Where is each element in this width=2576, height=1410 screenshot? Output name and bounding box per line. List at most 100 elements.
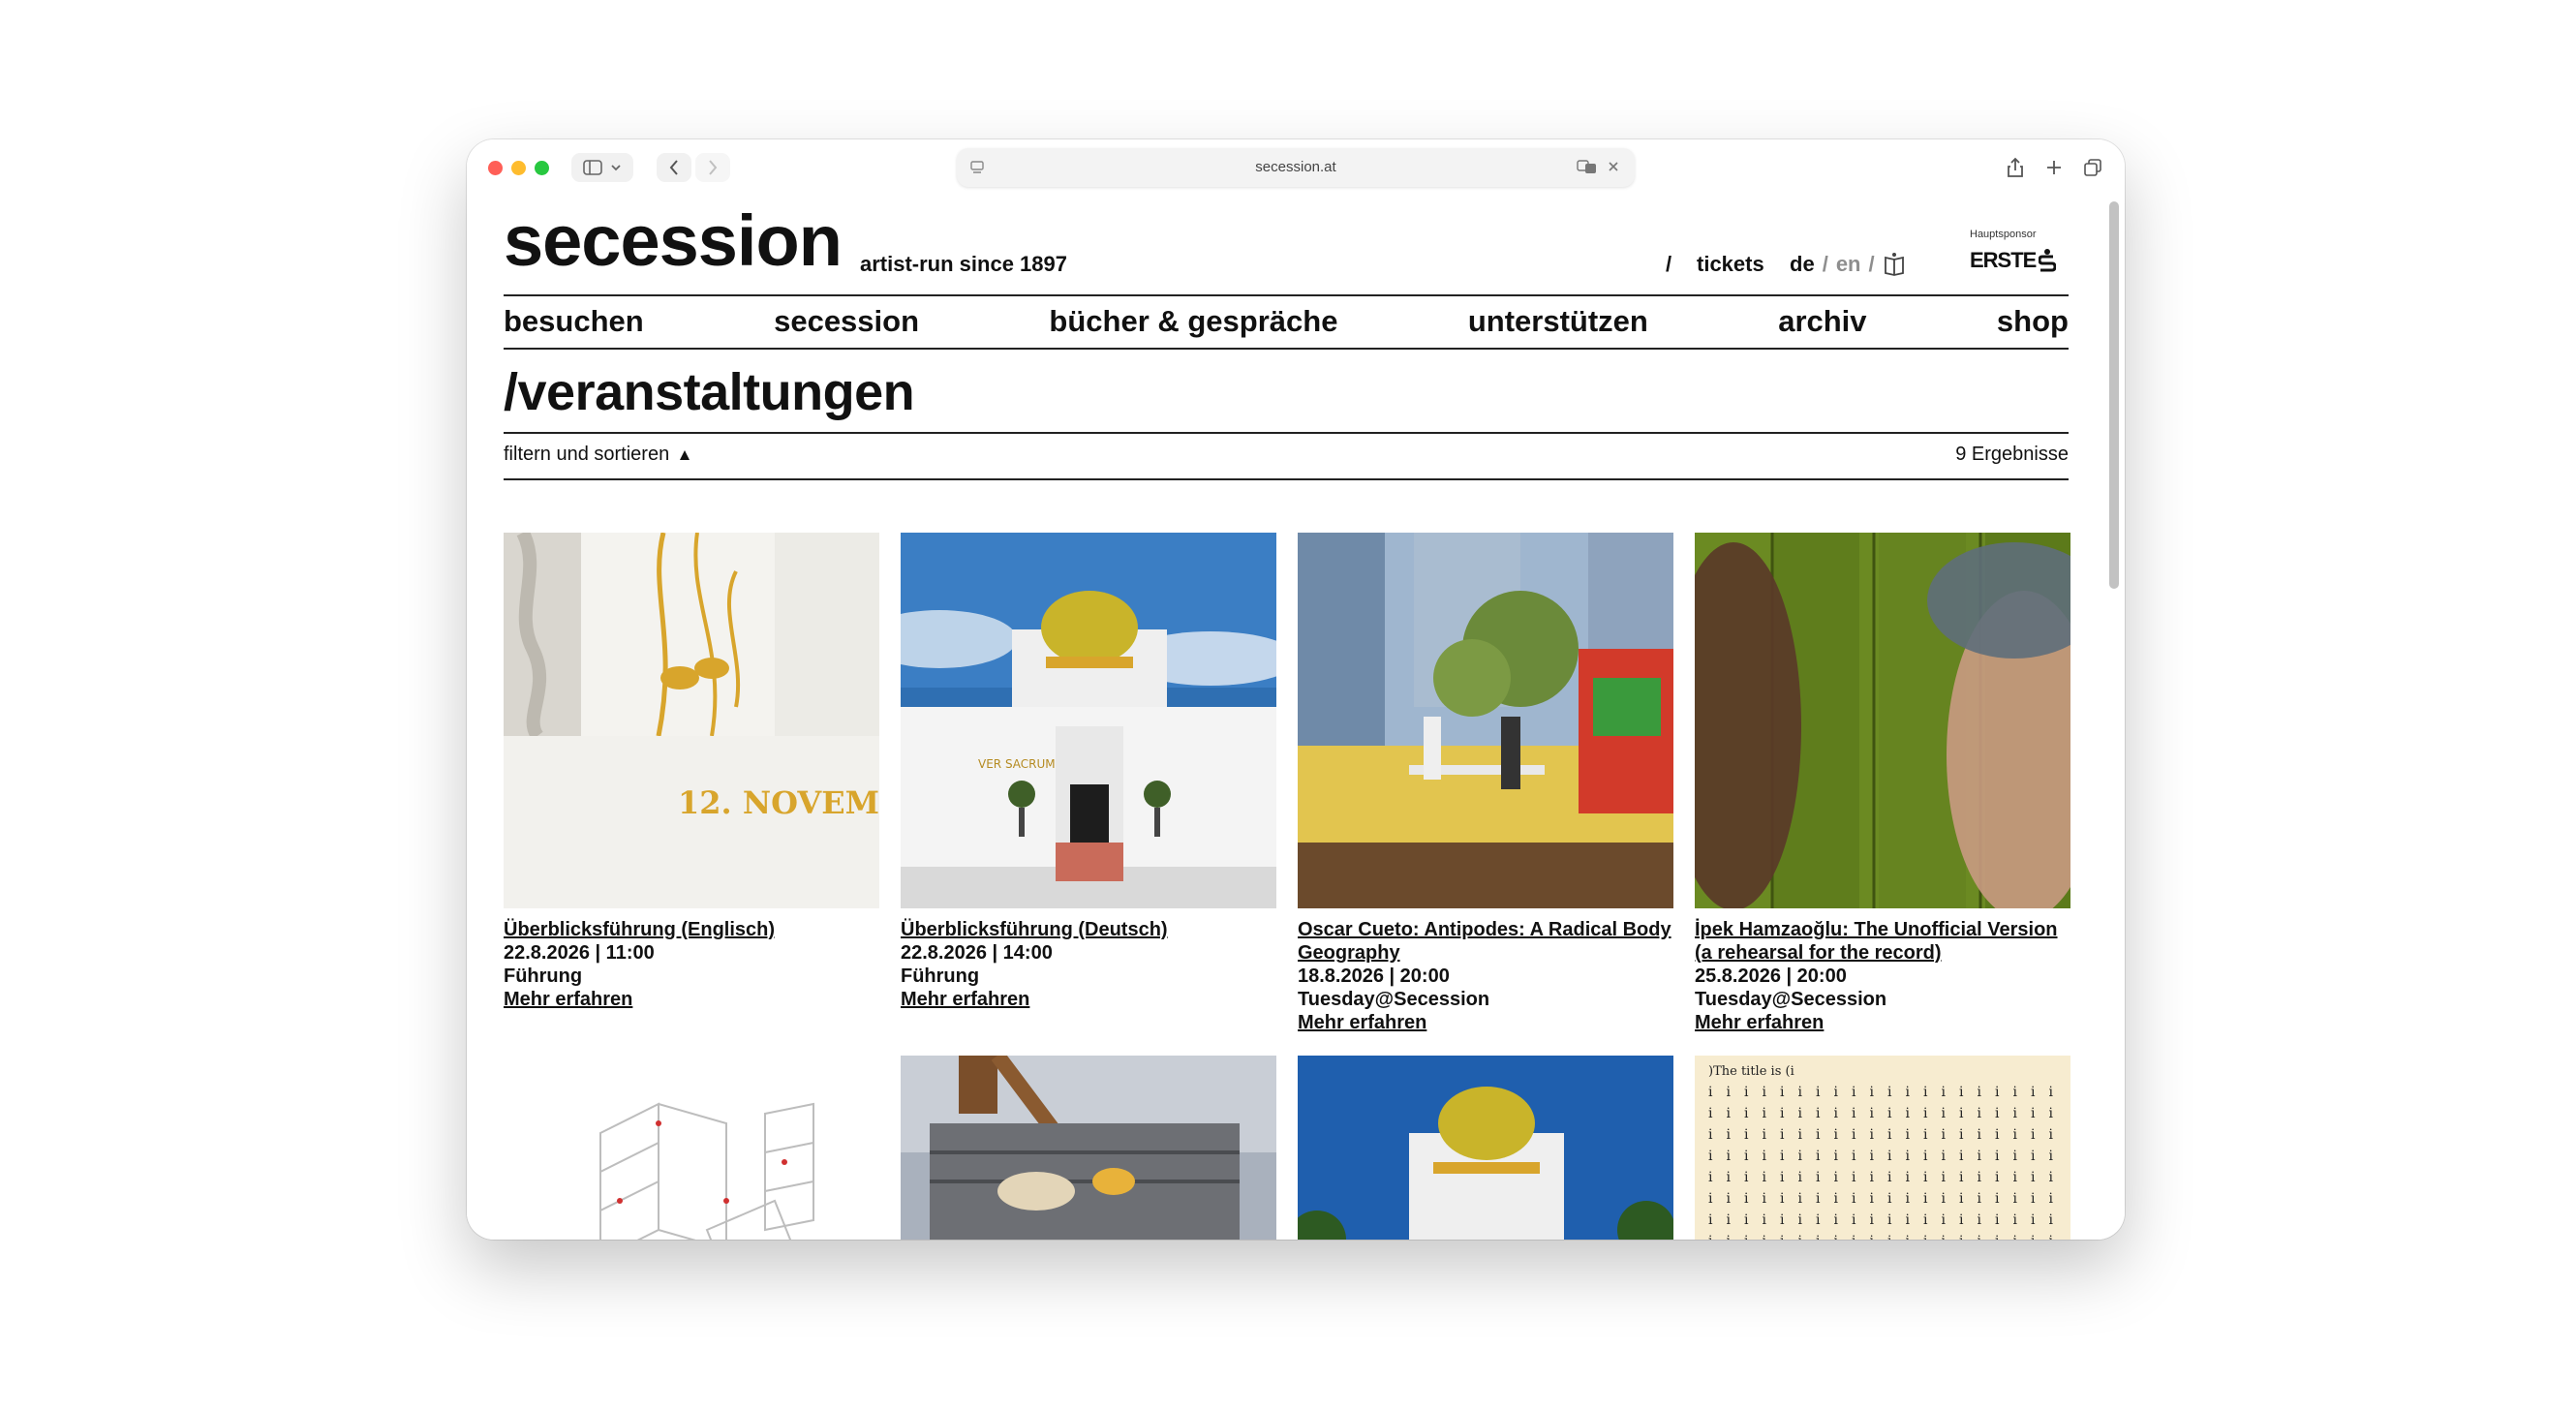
url-text: secession.at xyxy=(1255,159,1336,175)
sponsor-logo[interactable]: ERSTE xyxy=(1970,248,2057,273)
svg-text:i: i xyxy=(1798,1149,1803,1164)
event-image[interactable] xyxy=(1695,533,2070,908)
image-inscription: 12. NOVEM BER 1898 xyxy=(678,784,879,821)
svg-text:i: i xyxy=(1995,1149,2000,1164)
svg-text:i: i xyxy=(1923,1170,1928,1185)
nav-item-buecher-gespraeche[interactable]: bücher & gespräche xyxy=(1049,304,1337,339)
lang-separator: / xyxy=(1822,252,1828,276)
event-card: VER SACRUM Überblicksführung (Deutsch) 2… xyxy=(901,533,1276,1011)
back-button[interactable] xyxy=(657,153,691,182)
event-title-link[interactable]: Überblicksführung (Deutsch) xyxy=(901,918,1276,941)
svg-text:i: i xyxy=(1780,1234,1785,1240)
nav-item-besuchen[interactable]: besuchen xyxy=(504,304,644,339)
lang-en-link[interactable]: en xyxy=(1836,252,1861,277)
event-image[interactable]: 12. NOVEM BER 1898 xyxy=(504,533,879,908)
more-link[interactable]: Mehr erfahren xyxy=(504,988,879,1011)
more-link[interactable]: Mehr erfahren xyxy=(1695,1011,2070,1034)
svg-text:i: i xyxy=(1834,1106,1839,1121)
filter-sort-toggle[interactable]: filtern und sortieren xyxy=(504,444,690,466)
event-card: İpek Hamzaoğlu: The Unofficial Version (… xyxy=(1695,533,2070,1034)
svg-text:i: i xyxy=(1978,1170,1982,1185)
svg-text:i: i xyxy=(1870,1212,1875,1228)
svg-text:i: i xyxy=(1870,1149,1875,1164)
svg-text:i: i xyxy=(1798,1085,1803,1100)
svg-text:i: i xyxy=(2031,1149,2036,1164)
tab-overview-button[interactable] xyxy=(2076,153,2109,182)
event-title-link[interactable]: İpek Hamzaoğlu: The Unofficial Version (… xyxy=(1695,918,2070,965)
sparkasse-s-icon xyxy=(2039,249,2057,272)
zoom-window-button[interactable] xyxy=(535,161,549,175)
nav-item-archiv[interactable]: archiv xyxy=(1778,304,1866,339)
more-link[interactable]: Mehr erfahren xyxy=(1298,1011,1673,1034)
lang-de-link[interactable]: de xyxy=(1790,252,1815,277)
svg-text:i: i xyxy=(1942,1149,1947,1164)
svg-text:i: i xyxy=(1834,1212,1839,1228)
close-icon[interactable] xyxy=(1608,161,1619,172)
svg-text:i: i xyxy=(1780,1191,1785,1207)
svg-text:i: i xyxy=(2031,1106,2036,1121)
svg-text:i: i xyxy=(1852,1085,1856,1100)
sidebar-toggle-button[interactable] xyxy=(571,153,633,182)
forward-button[interactable] xyxy=(695,153,730,182)
svg-text:i: i xyxy=(1870,1127,1875,1143)
translate-icon[interactable] xyxy=(1577,159,1598,174)
event-image[interactable] xyxy=(1298,533,1673,908)
svg-text:i: i xyxy=(1923,1106,1928,1121)
svg-text:i: i xyxy=(1744,1149,1749,1164)
svg-text:i: i xyxy=(2013,1191,2018,1207)
svg-text:i: i xyxy=(1870,1191,1875,1207)
svg-text:i: i xyxy=(1798,1191,1803,1207)
event-image[interactable]: )The title is (i iiiiiiiiiiiiiiiiiiiiiii… xyxy=(1695,1056,2070,1240)
svg-text:i: i xyxy=(1763,1127,1767,1143)
svg-text:i: i xyxy=(1923,1191,1928,1207)
svg-text:i: i xyxy=(1887,1191,1892,1207)
svg-text:i: i xyxy=(1834,1170,1839,1185)
share-button[interactable] xyxy=(1999,153,2032,182)
svg-text:i: i xyxy=(1906,1085,1911,1100)
share-icon xyxy=(2008,157,2023,177)
event-image[interactable] xyxy=(1298,1056,1673,1240)
svg-text:i: i xyxy=(1708,1149,1713,1164)
svg-text:i: i xyxy=(1780,1170,1785,1185)
nav-item-shop[interactable]: shop xyxy=(1997,304,2069,339)
site-logo[interactable]: secession xyxy=(504,199,843,283)
svg-text:i: i xyxy=(1906,1106,1911,1121)
minimize-window-button[interactable] xyxy=(511,161,526,175)
event-image[interactable]: VER SACRUM xyxy=(901,533,1276,908)
svg-text:i: i xyxy=(1763,1085,1767,1100)
web-page: secession artist-run since 1897 / ticket… xyxy=(467,198,2125,1240)
nav-item-secession[interactable]: secession xyxy=(774,304,919,339)
close-window-button[interactable] xyxy=(488,161,503,175)
svg-text:i: i xyxy=(1780,1106,1785,1121)
svg-text:i: i xyxy=(1959,1191,1964,1207)
svg-text:i: i xyxy=(1708,1106,1713,1121)
svg-text:i: i xyxy=(2049,1191,2054,1207)
svg-text:i: i xyxy=(1959,1170,1964,1185)
svg-text:i: i xyxy=(1870,1106,1875,1121)
tickets-link[interactable]: tickets xyxy=(1697,252,1764,277)
svg-text:i: i xyxy=(1923,1085,1928,1100)
language-switcher: de / en / xyxy=(1790,252,1906,277)
event-image[interactable] xyxy=(901,1056,1276,1240)
event-title-link[interactable]: Oscar Cueto: Antipodes: A Radical Body G… xyxy=(1298,918,1673,965)
svg-text:i: i xyxy=(1744,1191,1749,1207)
sponsor-label: Hauptsponsor xyxy=(1970,229,2037,240)
svg-text:i: i xyxy=(1942,1085,1947,1100)
browser-toolbar: secession.at xyxy=(467,139,2125,198)
svg-text:i: i xyxy=(2013,1085,2018,1100)
svg-text:i: i xyxy=(1763,1212,1767,1228)
chevron-left-icon xyxy=(669,160,678,175)
event-title-link[interactable]: Überblicksführung (Englisch) xyxy=(504,918,879,941)
event-image[interactable] xyxy=(504,1056,879,1240)
event-card xyxy=(901,1056,1276,1240)
nav-item-unterstuetzen[interactable]: unterstützen xyxy=(1468,304,1648,339)
new-tab-button[interactable] xyxy=(2038,153,2070,182)
results-count: 9 Ergebnisse xyxy=(1955,444,2069,465)
plus-icon xyxy=(2047,161,2061,174)
more-link[interactable]: Mehr erfahren xyxy=(901,988,1276,1011)
page-scrollbar[interactable] xyxy=(2109,198,2119,1234)
easy-read-book-icon[interactable] xyxy=(1883,252,1906,277)
address-bar[interactable]: secession.at xyxy=(957,148,1635,187)
scrollbar-thumb[interactable] xyxy=(2109,201,2119,589)
svg-text:i: i xyxy=(1708,1234,1713,1240)
